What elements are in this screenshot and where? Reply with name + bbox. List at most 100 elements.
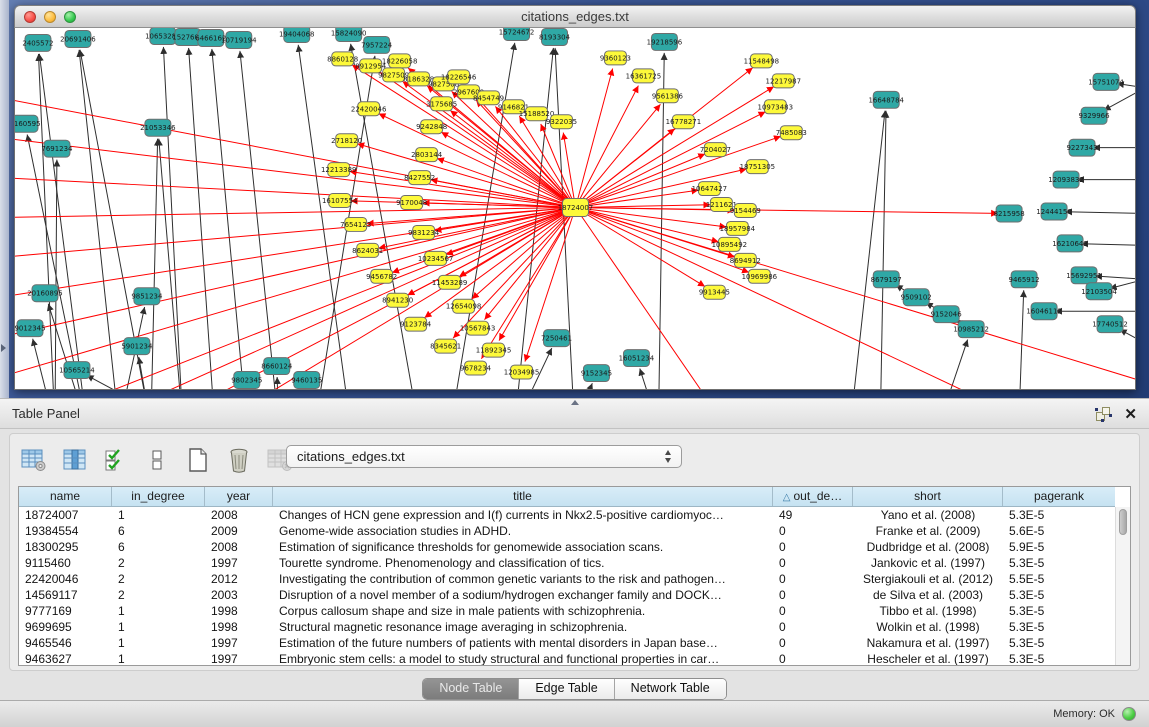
table-scrollbar[interactable] (1115, 507, 1130, 665)
tab-node-table[interactable]: Node Table (423, 679, 519, 699)
graph-edge[interactable] (15, 208, 575, 298)
new-document-icon[interactable] (182, 444, 214, 476)
graph-node[interactable]: 8941230 (382, 293, 413, 307)
graph-edge[interactable] (575, 154, 705, 208)
graph-edge[interactable] (1019, 290, 1024, 389)
graph-node[interactable]: 2718120 (331, 134, 362, 148)
graph-node[interactable]: 10565214 (59, 362, 95, 379)
graph-node[interactable]: 9802345 (231, 372, 262, 389)
graph-node[interactable]: 12034985 (504, 365, 540, 379)
graph-node[interactable]: 9152345 (581, 365, 612, 382)
column-header-pagerank[interactable]: pagerank (1003, 487, 1115, 506)
graph-node[interactable]: 2405572 (22, 34, 53, 51)
table-settings-icon[interactable] (18, 444, 50, 476)
graph-edge[interactable] (163, 47, 182, 389)
graph-node[interactable]: 19218596 (647, 33, 683, 50)
graph-node[interactable]: 21053346 (140, 119, 176, 136)
column-header-name[interactable]: name (19, 487, 112, 506)
scrollbar-thumb[interactable] (1119, 509, 1127, 535)
graph-node[interactable]: 12093832 (1048, 171, 1084, 188)
graph-node[interactable]: 15751074 (1088, 73, 1124, 90)
table-row[interactable]: 1938455462009Genome-wide association stu… (19, 523, 1115, 539)
graph-node[interactable]: 9456782 (366, 269, 397, 283)
graph-edge[interactable] (38, 54, 55, 389)
graph-node[interactable]: 8860128 (327, 52, 358, 66)
close-button[interactable] (24, 11, 36, 23)
graph-node[interactable]: 18724007 (558, 199, 594, 217)
table-row[interactable]: 1456911722003Disruption of a novel membe… (19, 587, 1115, 603)
graph-node[interactable]: 12444150 (1036, 203, 1072, 220)
table-row[interactable]: 911546021997Tourette syndrome. Phenomeno… (19, 555, 1115, 571)
panel-splitter-handle[interactable] (568, 399, 580, 406)
graph-edge[interactable] (15, 208, 575, 218)
table-row[interactable]: 1830029562008Estimation of significance … (19, 539, 1115, 555)
left-panel-splitter[interactable] (0, 0, 9, 398)
graph-edge[interactable] (45, 208, 576, 389)
graph-node[interactable]: 16361725 (626, 69, 662, 83)
graph-node[interactable]: 7485083 (776, 126, 807, 140)
graph-edge[interactable] (1104, 88, 1135, 111)
graph-edge[interactable] (658, 53, 664, 389)
graph-node[interactable]: 8215958 (994, 205, 1025, 222)
graph-node[interactable]: 2160595 (15, 115, 41, 132)
graph-node[interactable]: 20160895 (27, 285, 63, 302)
graph-edge[interactable] (15, 138, 575, 208)
graph-node[interactable]: 12654098 (446, 299, 482, 313)
graph-node[interactable]: 10985212 (953, 321, 989, 338)
graph-edge[interactable] (298, 45, 350, 389)
graph-edge[interactable] (79, 50, 119, 389)
graph-node[interactable]: 10895492 (712, 237, 748, 251)
graph-node[interactable]: 18226058 (382, 54, 418, 68)
graph-node[interactable]: 9851234 (131, 288, 163, 305)
graph-edge[interactable] (453, 208, 575, 339)
graph-edge[interactable] (575, 69, 612, 208)
graph-node[interactable]: 8660124 (261, 358, 293, 375)
graph-edge[interactable] (212, 49, 247, 389)
graph-edge[interactable] (240, 51, 279, 389)
graph-node[interactable]: 22420046 (351, 102, 387, 116)
column-header-out_degree[interactable]: △out_de… (773, 487, 853, 506)
graph-edge[interactable] (938, 340, 967, 389)
graph-edge[interactable] (39, 54, 87, 389)
graph-node[interactable]: 11892345 (476, 343, 512, 357)
graph-node[interactable]: 8694912 (730, 253, 761, 267)
table-row[interactable]: 1872400712008Changes of HCN gene express… (19, 507, 1115, 523)
graph-node[interactable]: 9242848 (416, 120, 447, 134)
graph-node[interactable]: 9322035 (546, 115, 577, 129)
graph-edge[interactable] (880, 111, 886, 389)
graph-node[interactable]: 9152046 (931, 306, 962, 323)
graph-edge[interactable] (437, 158, 576, 207)
collapse-left-panel-handle[interactable] (1, 344, 6, 352)
graph-node[interactable]: 17740512 (1092, 316, 1128, 333)
graph-node[interactable]: 9678234 (460, 361, 492, 375)
graph-node[interactable]: 12217987 (766, 74, 802, 88)
graph-node[interactable]: 9913445 (699, 285, 730, 299)
graph-node[interactable]: 9123784 (400, 317, 432, 331)
graph-node[interactable]: 18957984 (720, 221, 756, 235)
graph-node[interactable]: 3175685 (426, 97, 457, 111)
table-row[interactable]: 946362711997Embryonic stem cells: a mode… (19, 651, 1115, 665)
select-rows-icon[interactable] (100, 444, 132, 476)
tab-network-table[interactable]: Network Table (615, 679, 726, 699)
graph-edge[interactable] (575, 208, 718, 242)
graph-node[interactable]: 9561386 (652, 89, 683, 103)
graph-node[interactable]: 9012345 (15, 320, 46, 337)
graph-node[interactable]: 16046112 (1026, 303, 1062, 320)
table-row[interactable]: 977716911998Corpus callosum shape and si… (19, 603, 1115, 619)
graph-node[interactable]: 15724672 (499, 28, 535, 40)
graph-edge[interactable] (151, 139, 158, 389)
graph-edge[interactable] (189, 48, 215, 389)
graph-node[interactable]: 9360123 (600, 51, 631, 65)
graph-node[interactable]: 16210643 (1052, 235, 1088, 252)
network-canvas[interactable]: 8860128891295418226058982750981863289827… (14, 28, 1136, 390)
graph-node[interactable]: 11453289 (432, 275, 468, 289)
graph-node[interactable]: 7957224 (361, 36, 393, 53)
tab-edge-table[interactable]: Edge Table (519, 679, 614, 699)
graph-edge[interactable] (575, 208, 998, 214)
graph-edge[interactable] (575, 208, 726, 228)
graph-node[interactable]: 18751305 (740, 160, 776, 174)
graph-node[interactable]: 10719194 (221, 31, 257, 48)
graph-node[interactable]: 9509102 (901, 289, 932, 306)
graph-node[interactable]: 15824090 (331, 28, 367, 41)
graph-edge[interactable] (575, 205, 710, 208)
